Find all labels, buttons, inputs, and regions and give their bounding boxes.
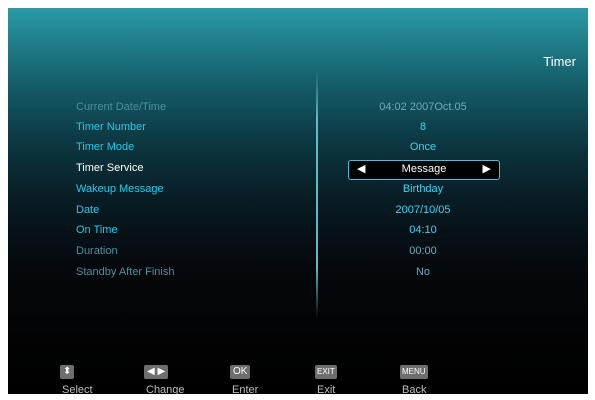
footer-enter[interactable]: OK Enter [230, 363, 258, 394]
up-down-key-icon: ⬍ [60, 364, 75, 379]
ok-key-icon: OK [230, 364, 251, 379]
footer-label: Back [402, 383, 427, 394]
row-value: No [415, 266, 431, 278]
row-timer-number[interactable]: Timer Number 8 [8, 119, 588, 139]
row-value: Once [409, 141, 437, 153]
row-value: 2007/10/05 [395, 204, 451, 216]
tv-screen: Timer Current Date/Time 04:02 2007Oct.05… [8, 8, 588, 394]
row-label: Timer Number [76, 121, 146, 133]
row-value: 04:02 2007Oct.05 [379, 101, 467, 113]
row-label: Wakeup Message [76, 183, 164, 195]
row-value: 04:10 [409, 224, 437, 236]
footer-label: Exit [317, 383, 336, 394]
footer-change[interactable]: ◀ ▶ Change [144, 363, 185, 394]
row-value: 00:00 [409, 245, 437, 257]
row-label: Duration [76, 245, 118, 257]
footer-exit[interactable]: EXIT Exit [315, 363, 337, 394]
footer-label: Select [62, 383, 93, 394]
left-right-key-icon: ◀ ▶ [144, 364, 169, 379]
right-arrow-icon[interactable]: ▶ [483, 162, 491, 175]
footer-select[interactable]: ⬍ Select [60, 363, 93, 394]
exit-key-icon: EXIT [315, 364, 337, 379]
footer-back[interactable]: MENU Back [400, 363, 428, 394]
footer-label: Change [146, 383, 185, 394]
row-label: Standby After Finish [76, 266, 175, 278]
menu-key-icon: MENU [400, 364, 428, 379]
row-label: Timer Service [76, 162, 144, 174]
row-label: Date [76, 204, 100, 216]
row-current-date-time: Current Date/Time 04:02 2007Oct.05 [8, 99, 588, 119]
row-value: Birthday [402, 183, 444, 195]
footer-label: Enter [232, 383, 259, 394]
row-wakeup-message[interactable]: Wakeup Message Birthday [8, 181, 588, 201]
row-timer-mode[interactable]: Timer Mode Once [8, 139, 588, 159]
page-title: Timer [543, 54, 576, 69]
row-timer-service[interactable]: Timer Service ◀ Message ▶ [8, 160, 588, 180]
row-duration: Duration 00:00 [8, 243, 588, 263]
row-standby-after-finish: Standby After Finish No [8, 264, 588, 284]
left-arrow-icon[interactable]: ◀ [357, 162, 365, 175]
row-label: Timer Mode [76, 141, 135, 153]
row-label: On Time [76, 224, 118, 236]
row-date[interactable]: Date 2007/10/05 [8, 202, 588, 222]
row-value: 8 [419, 121, 427, 133]
row-on-time[interactable]: On Time 04:10 [8, 222, 588, 242]
row-label: Current Date/Time [76, 101, 167, 113]
timer-service-selector[interactable]: ◀ Message ▶ [348, 160, 500, 180]
selector-value: Message [401, 163, 447, 175]
